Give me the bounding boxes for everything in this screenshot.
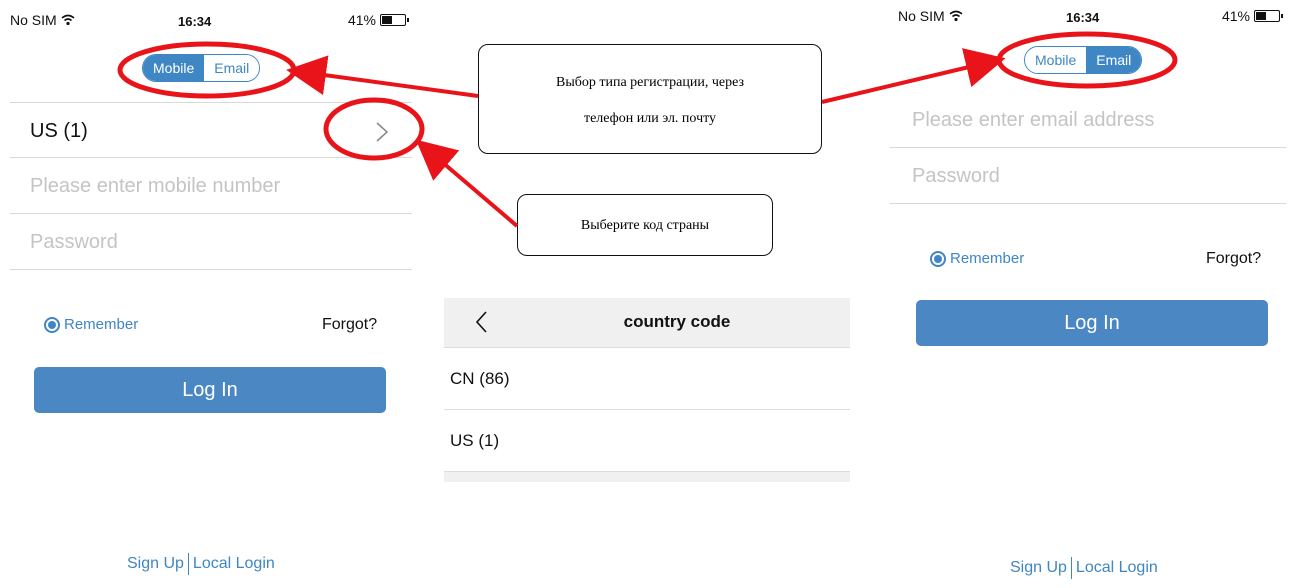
wifi-icon: [949, 10, 963, 22]
signup-link[interactable]: Sign Up: [127, 555, 184, 573]
remember-label: Remember: [64, 316, 139, 333]
email-placeholder: Please enter email address: [912, 109, 1155, 131]
email-login-screen: No SIM 16:34 41% Mobile Email Please ent…: [888, 0, 1294, 588]
right-footer-links: Sign Up Local Login: [1010, 557, 1158, 579]
clock: 16:34: [1066, 10, 1100, 25]
login-type-toggle: Mobile Email: [142, 54, 261, 82]
carrier-text: No SIM: [10, 12, 57, 28]
callout-country-code: Выберите код страны: [517, 194, 773, 256]
signup-link[interactable]: Sign Up: [1010, 559, 1067, 577]
password-placeholder: Password: [912, 165, 1000, 187]
carrier-label: No SIM: [10, 12, 75, 28]
callout-line: телефон или эл. почту: [583, 111, 717, 126]
tab-email[interactable]: Email: [1086, 47, 1142, 73]
password-input[interactable]: Password: [10, 214, 412, 270]
tab-mobile[interactable]: Mobile: [143, 55, 205, 81]
chevron-right-icon: [376, 122, 389, 142]
battery-icon: [1254, 10, 1283, 22]
callout-registration-type: Выбор типа регистрации, через телефон ил…: [478, 44, 822, 154]
wifi-icon: [61, 14, 75, 26]
country-item[interactable]: US (1): [444, 410, 850, 472]
mobile-number-input[interactable]: Please enter mobile number: [10, 158, 412, 214]
status-bar: No SIM 16:34 41%: [888, 8, 1294, 28]
mobile-number-placeholder: Please enter mobile number: [30, 175, 281, 197]
clock: 16:34: [178, 14, 212, 29]
country-value: US (1): [30, 120, 88, 142]
login-button[interactable]: Log In: [916, 300, 1268, 346]
login-button[interactable]: Log In: [34, 367, 386, 413]
country-selector[interactable]: US (1): [10, 102, 412, 158]
country-code-screen: country code CN (86) US (1): [444, 298, 850, 482]
carrier-text: No SIM: [898, 8, 945, 24]
mobile-login-screen: No SIM 16:34 41% Mobile Email US (1) Ple…: [0, 0, 420, 588]
battery-status: 41%: [347, 12, 409, 28]
link-divider: [187, 553, 189, 575]
battery-percent: 41%: [347, 12, 376, 28]
battery-status: 41%: [1221, 8, 1283, 24]
remember-checkbox[interactable]: Remember: [930, 250, 1024, 267]
carrier-label: No SIM: [898, 8, 963, 24]
password-placeholder: Password: [30, 231, 118, 253]
password-input[interactable]: Password: [890, 148, 1286, 204]
status-bar: No SIM 16:34 41%: [0, 12, 420, 32]
tab-mobile[interactable]: Mobile: [1025, 47, 1087, 73]
local-login-link[interactable]: Local Login: [193, 555, 275, 573]
forgot-link[interactable]: Forgot?: [322, 316, 377, 334]
left-footer-links: Sign Up Local Login: [127, 540, 275, 588]
email-input[interactable]: Please enter email address: [890, 92, 1286, 148]
arrow-line: [415, 139, 519, 228]
tab-email[interactable]: Email: [204, 55, 260, 81]
nav-title: country code: [623, 312, 731, 331]
remember-checkbox[interactable]: Remember: [44, 316, 138, 333]
radio-checked-icon: [44, 316, 60, 333]
radio-checked-icon: [930, 250, 946, 267]
link-divider: [1070, 557, 1072, 579]
battery-percent: 41%: [1221, 8, 1250, 24]
nav-bar: country code: [444, 298, 850, 348]
local-login-link[interactable]: Local Login: [1076, 559, 1158, 577]
country-item[interactable]: CN (86): [444, 348, 850, 410]
battery-icon: [380, 14, 409, 26]
login-type-toggle: Mobile Email: [1024, 46, 1143, 74]
forgot-link[interactable]: Forgot?: [1206, 250, 1261, 268]
remember-label: Remember: [950, 250, 1025, 267]
callout-line: Выбор типа регистрации, через: [556, 75, 744, 90]
